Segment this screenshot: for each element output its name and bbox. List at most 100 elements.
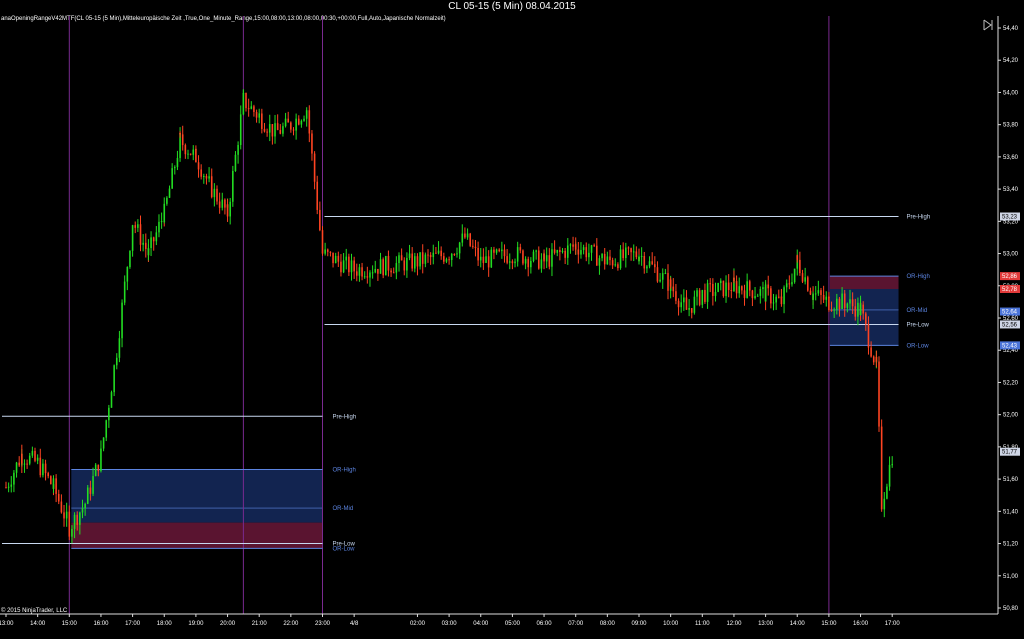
collapse-panel-icon[interactable] — [980, 18, 994, 32]
candle-body — [171, 168, 173, 189]
candle-body — [580, 250, 582, 255]
candle-body — [659, 279, 661, 282]
price-tag-label: 52,43 — [1002, 343, 1018, 349]
candle-body — [290, 122, 292, 130]
candle-body — [450, 253, 453, 260]
candle-body — [722, 280, 725, 297]
candle-body — [437, 250, 440, 254]
level-label: Pre-High — [907, 215, 931, 221]
candle-body — [498, 249, 501, 252]
candle-body — [68, 522, 71, 537]
candle-body — [387, 255, 390, 271]
candle-body — [121, 302, 123, 339]
candle-body — [862, 304, 864, 314]
candle-body — [574, 244, 577, 250]
candle-body — [577, 249, 580, 255]
x-tick-label: 13:00 — [758, 621, 774, 627]
candle-body — [414, 256, 416, 269]
candle-body — [690, 308, 693, 313]
candle-body — [26, 463, 28, 465]
candle-body — [685, 304, 688, 310]
candle-body — [445, 259, 448, 262]
candle-body — [179, 132, 181, 135]
candle-body — [239, 114, 242, 146]
candle-body — [282, 126, 284, 134]
candle-body — [160, 221, 163, 223]
candle-body — [94, 464, 97, 477]
candle-body — [654, 264, 656, 268]
price-tag-label: 52,56 — [1002, 322, 1018, 328]
candle-body — [854, 306, 857, 317]
candle-body — [456, 253, 458, 255]
candle-body — [849, 299, 851, 304]
candle-body — [374, 268, 377, 273]
candle-body — [609, 256, 611, 261]
candle-body — [709, 283, 712, 285]
candle-body — [187, 153, 189, 155]
candle-body — [804, 277, 806, 282]
candle-body — [340, 261, 342, 273]
candle-body — [474, 246, 477, 248]
candle-body — [342, 260, 345, 273]
or-box-upper — [829, 276, 899, 289]
candle-body — [506, 256, 508, 263]
candle-body — [788, 283, 791, 285]
candle-body — [661, 273, 664, 280]
price-tag-label: 52,78 — [1002, 287, 1018, 293]
candle-body — [226, 204, 229, 217]
candle-body — [814, 293, 817, 295]
candle-body — [168, 188, 171, 198]
candle-body — [530, 261, 532, 268]
candle-body — [203, 175, 205, 177]
candle-body — [406, 257, 408, 271]
candle-body — [622, 249, 624, 259]
candle-body — [311, 133, 313, 154]
candle-body — [300, 120, 303, 125]
candle-body — [775, 296, 777, 303]
candle-body — [79, 512, 81, 525]
candle-body — [245, 92, 247, 109]
candle-body — [540, 259, 543, 269]
candle-body — [675, 291, 677, 301]
candle-body — [89, 487, 92, 494]
level-label: Pre-Low — [907, 322, 930, 328]
x-tick-label: 22:00 — [283, 621, 299, 627]
candle-body — [398, 255, 400, 264]
candle-body — [566, 245, 569, 258]
x-tick-label: 09:00 — [631, 621, 647, 627]
price-chart[interactable]: Pre-High OR-High OR-Mid Pre-Low OR-Low Pre-Hi… — [0, 0, 1024, 639]
candle-body — [174, 167, 176, 169]
candle-body — [867, 324, 870, 348]
candle-body — [793, 268, 796, 283]
candle-body — [748, 281, 751, 291]
candle-body — [184, 145, 187, 155]
candle-body — [543, 253, 545, 262]
candle-body — [764, 284, 767, 302]
or-box-lower — [829, 289, 899, 346]
candle-body — [131, 225, 134, 251]
candle-body — [429, 254, 432, 258]
candle-body — [361, 267, 363, 277]
level-label: OR-Low — [333, 546, 356, 552]
candle-body — [664, 273, 667, 275]
candle-body — [218, 201, 221, 208]
candle-body — [142, 242, 144, 245]
candle-body — [292, 129, 295, 131]
candle-body — [464, 233, 466, 238]
y-tick-label: 51,40 — [1003, 509, 1019, 515]
candle-body — [569, 244, 572, 246]
candle-body — [200, 169, 202, 177]
candle-body — [458, 242, 461, 254]
candle-body — [836, 298, 838, 310]
candle-body — [263, 128, 266, 132]
candle-body — [155, 232, 158, 242]
candle-body — [791, 282, 793, 285]
candle-body — [102, 437, 105, 449]
candle-body — [466, 233, 469, 238]
candle-body — [23, 463, 26, 465]
candle-body — [801, 273, 804, 282]
x-tick-label: 05:00 — [505, 621, 521, 627]
x-tick-label: 16:00 — [853, 621, 869, 627]
candle-body — [479, 256, 482, 261]
candle-body — [337, 255, 340, 262]
